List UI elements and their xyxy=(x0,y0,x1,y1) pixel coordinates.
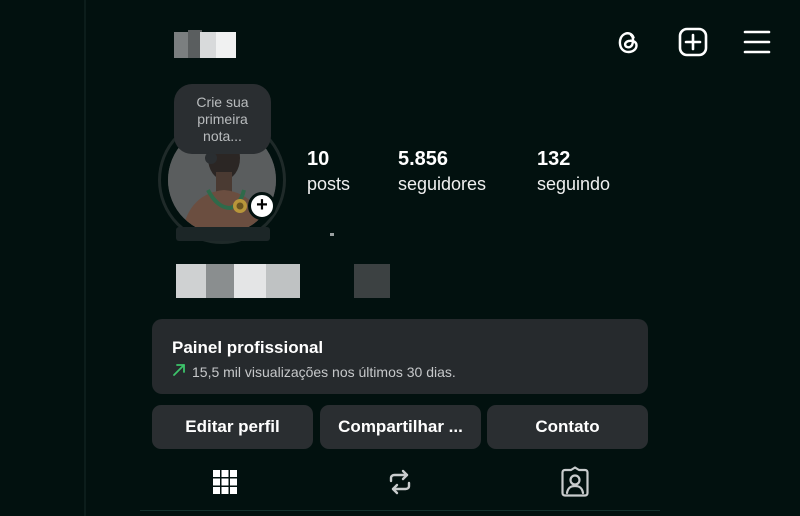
edit-profile-button[interactable]: Editar perfil xyxy=(152,405,313,449)
followers-stat[interactable]: 5.856 seguidores xyxy=(398,146,486,196)
left-divider xyxy=(84,0,86,516)
note-line-2: primeira xyxy=(197,111,248,127)
grid-icon xyxy=(213,470,237,494)
posts-count: 10 xyxy=(307,148,330,170)
contact-button[interactable]: Contato xyxy=(487,405,648,449)
tagged-icon xyxy=(561,466,589,497)
redacted-dot xyxy=(330,233,334,236)
trend-up-icon xyxy=(172,363,186,380)
redacted-badge xyxy=(354,264,390,298)
followers-count: 5.856 xyxy=(398,148,449,170)
add-story-button[interactable]: + xyxy=(248,192,276,220)
note-line-1: Crie sua xyxy=(196,94,249,110)
following-stat[interactable]: 132 seguindo xyxy=(537,146,610,196)
note-bubble-tail xyxy=(205,152,217,164)
top-bar-icons xyxy=(0,24,800,64)
followers-label: seguidores xyxy=(398,174,487,194)
posts-stat[interactable]: 10 posts xyxy=(307,146,350,196)
menu-icon[interactable] xyxy=(739,24,775,60)
note-bubble[interactable]: Crie sua primeira nota... xyxy=(174,84,271,154)
dashboard-subtitle: 15,5 mil visualizações nos últimos 30 di… xyxy=(172,363,628,380)
dashboard-title: Painel profissional xyxy=(172,338,324,357)
tab-tagged[interactable] xyxy=(555,462,595,502)
dashboard-views-text: 15,5 mil visualizações nos últimos 30 di… xyxy=(192,363,456,380)
new-post-icon[interactable] xyxy=(675,24,711,60)
note-line-3: nota... xyxy=(203,128,242,144)
tab-grid[interactable] xyxy=(205,462,245,502)
threads-icon[interactable] xyxy=(610,24,646,60)
reposts-icon xyxy=(389,469,411,495)
display-name-redacted xyxy=(176,264,300,298)
professional-dashboard[interactable]: Painel profissional 15,5 mil visualizaçõ… xyxy=(152,319,648,394)
share-profile-button[interactable]: Compartilhar ... xyxy=(320,405,481,449)
following-count: 132 xyxy=(537,148,571,170)
following-label: seguindo xyxy=(537,174,611,194)
tab-reposts[interactable] xyxy=(380,462,420,502)
tab-underline xyxy=(140,510,660,511)
redacted-category xyxy=(176,227,270,241)
posts-label: posts xyxy=(307,174,351,194)
